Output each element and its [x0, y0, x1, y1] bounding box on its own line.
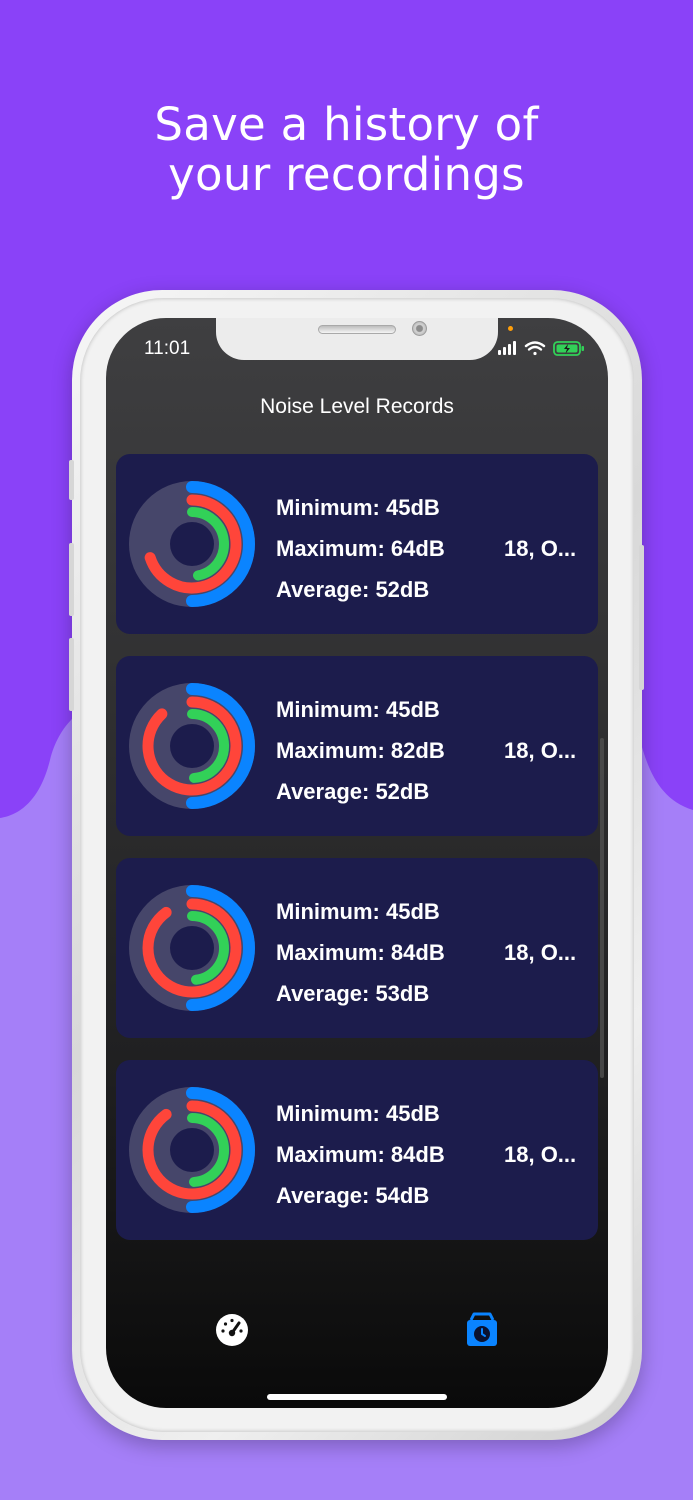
volume-down-button — [69, 638, 74, 711]
earpiece-speaker — [318, 325, 396, 334]
record-minimum: Minimum: 45dB — [276, 495, 440, 520]
noise-rings-chart — [129, 683, 255, 809]
cellular-signal-icon — [498, 341, 516, 355]
record-minimum: Minimum: 45dB — [276, 697, 440, 722]
noise-rings-chart — [129, 1087, 255, 1213]
record-stats: Minimum: 45dB Maximum: 82dB Average: 52d… — [276, 689, 445, 812]
records-list: Minimum: 45dB Maximum: 64dB Average: 52d… — [116, 454, 598, 1262]
record-minimum: Minimum: 45dB — [276, 1101, 440, 1126]
noise-rings-chart — [129, 885, 255, 1011]
phone-screen: 11:01 Noise Level Records Minimum: 45dB … — [106, 318, 608, 1408]
ring-center — [170, 926, 214, 970]
record-maximum: Maximum: 84dB — [276, 1142, 445, 1167]
home-indicator[interactable] — [267, 1394, 447, 1400]
scroll-indicator[interactable] — [600, 738, 604, 1078]
silent-switch — [69, 460, 74, 500]
volume-up-button — [69, 543, 74, 616]
record-stats: Minimum: 45dB Maximum: 64dB Average: 52d… — [276, 487, 445, 610]
record-card[interactable]: Minimum: 45dB Maximum: 84dB Average: 54d… — [116, 1060, 598, 1240]
record-date: 18, O... — [504, 940, 577, 965]
record-average: Average: 54dB — [276, 1183, 430, 1208]
wifi-icon — [524, 341, 546, 356]
record-card[interactable]: Minimum: 45dB Maximum: 82dB Average: 52d… — [116, 656, 598, 836]
promo-headline: Save a history of your recordings — [0, 100, 693, 200]
record-average: Average: 52dB — [276, 779, 430, 804]
status-time: 11:01 — [144, 338, 191, 359]
front-camera — [412, 321, 427, 336]
noise-rings-chart — [129, 481, 255, 607]
promo-headline-line-2: your recordings — [168, 148, 525, 201]
ring-center — [170, 1128, 214, 1172]
battery-icon — [553, 341, 584, 356]
record-maximum: Maximum: 64dB — [276, 536, 445, 561]
status-icons — [498, 341, 584, 356]
record-average: Average: 53dB — [276, 981, 430, 1006]
record-stats: Minimum: 45dB Maximum: 84dB Average: 53d… — [276, 891, 445, 1014]
record-average: Average: 52dB — [276, 577, 430, 602]
ring-center — [170, 522, 214, 566]
history-icon[interactable] — [462, 1310, 502, 1350]
record-date: 18, O... — [504, 738, 577, 763]
notch — [216, 318, 498, 360]
record-maximum: Maximum: 82dB — [276, 738, 445, 763]
record-minimum: Minimum: 45dB — [276, 899, 440, 924]
nav-title: Noise Level Records — [260, 395, 454, 418]
record-maximum: Maximum: 84dB — [276, 940, 445, 965]
gauge-icon[interactable] — [212, 1310, 252, 1350]
record-card[interactable]: Minimum: 45dB Maximum: 84dB Average: 53d… — [116, 858, 598, 1038]
record-card[interactable]: Minimum: 45dB Maximum: 64dB Average: 52d… — [116, 454, 598, 634]
record-date: 18, O... — [504, 1142, 577, 1167]
promo-headline-line-1: Save a history of — [154, 98, 539, 151]
power-button — [639, 545, 644, 690]
privacy-indicator-dot — [508, 326, 513, 331]
record-date: 18, O... — [504, 536, 577, 561]
record-stats: Minimum: 45dB Maximum: 84dB Average: 54d… — [276, 1093, 445, 1216]
ring-center — [170, 724, 214, 768]
